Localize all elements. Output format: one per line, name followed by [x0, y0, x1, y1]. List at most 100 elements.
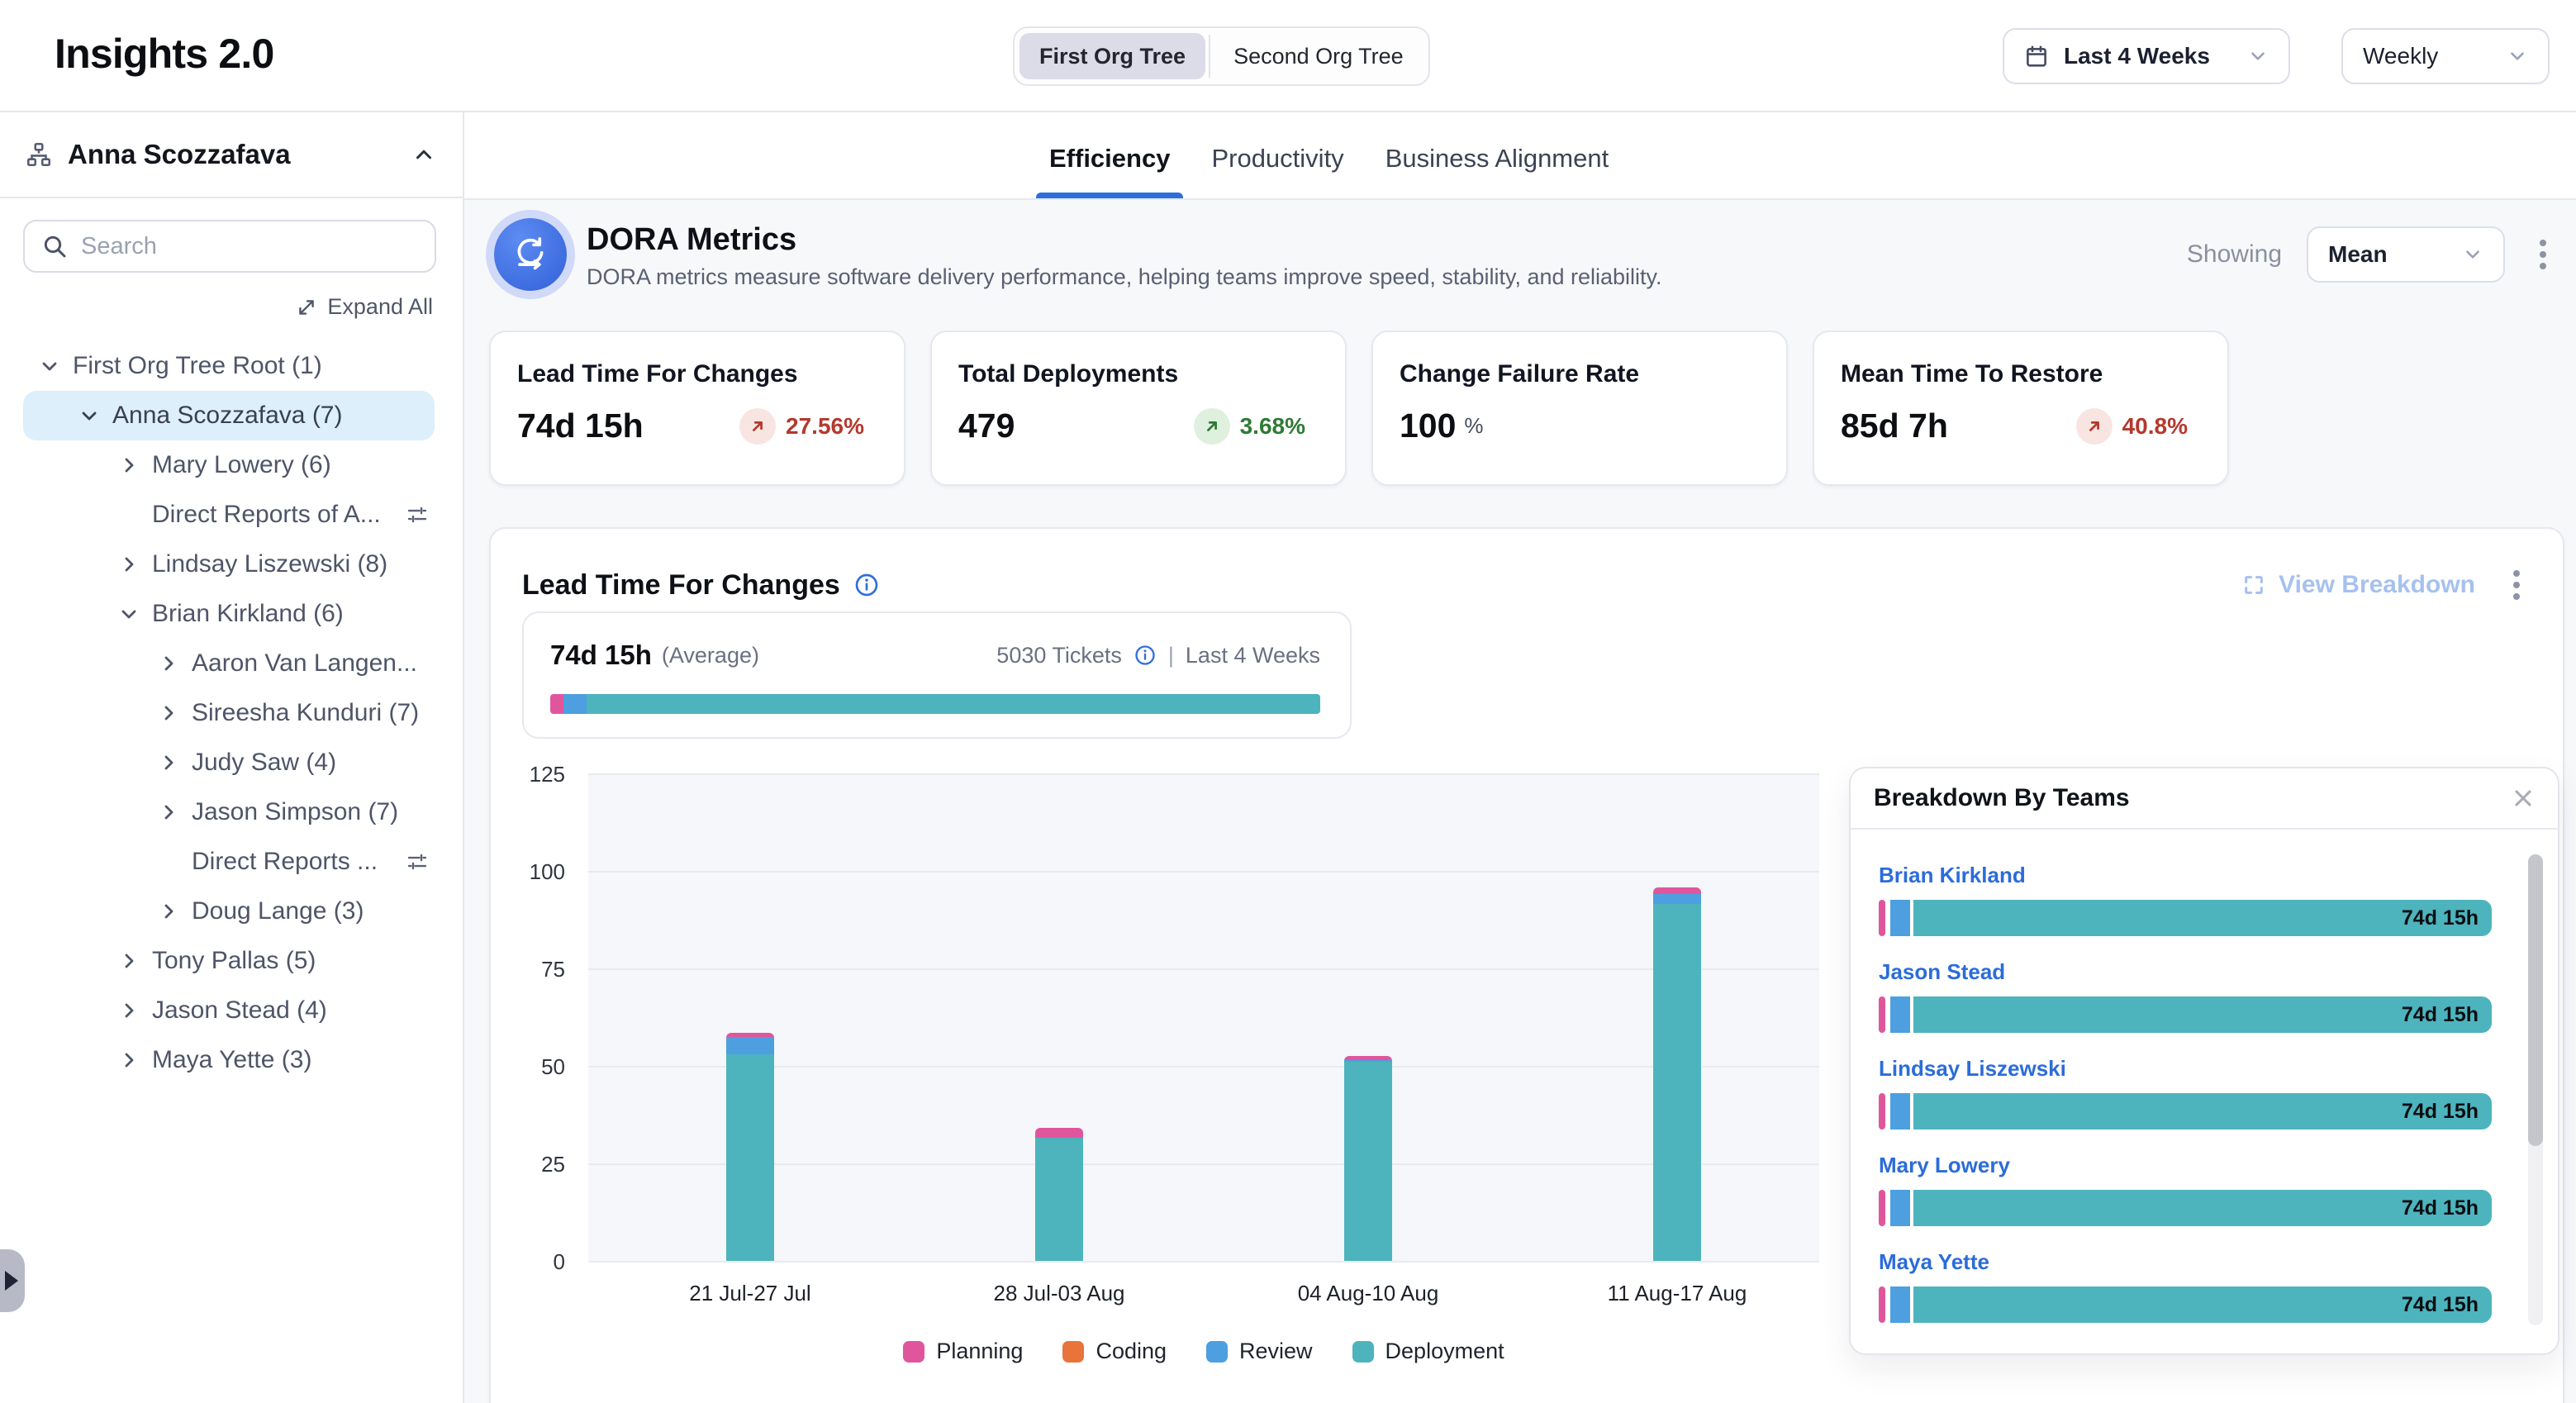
breakdown-team-link[interactable]: Maya Yette — [1879, 1249, 2492, 1275]
tab-productivity[interactable]: Productivity — [1211, 144, 1343, 198]
summary-segment-planning — [550, 694, 563, 714]
info-icon[interactable] — [853, 572, 880, 598]
tree-item[interactable]: Direct Reports ... — [23, 837, 435, 887]
granularity-select[interactable]: Weekly — [2341, 28, 2550, 84]
legend-swatch — [1352, 1341, 1374, 1363]
expand-all-icon — [296, 297, 317, 318]
bar-segment-deployment — [1344, 1062, 1392, 1261]
tree-item[interactable]: First Org Tree Root (1) — [23, 341, 435, 391]
y-tick-label: 125 — [509, 762, 565, 787]
tree-item[interactable]: Maya Yette (3) — [23, 1035, 435, 1085]
toggle-divider — [1209, 35, 1210, 78]
toggle-first-org-tree[interactable]: First Org Tree — [1019, 33, 1205, 79]
breakdown-stacked-bar[interactable]: 74d 15h — [1879, 900, 2492, 936]
lead-time-title: Lead Time For Changes — [522, 569, 840, 602]
bar-segment-deployment: 74d 15h — [1913, 1286, 2492, 1323]
tab-business-alignment[interactable]: Business Alignment — [1385, 144, 1609, 198]
bar-segment-planning — [1035, 1128, 1083, 1139]
legend-item-review[interactable]: Review — [1206, 1339, 1313, 1364]
legend-item-deployment[interactable]: Deployment — [1352, 1339, 1504, 1364]
legend-item-coding[interactable]: Coding — [1062, 1339, 1167, 1364]
chart-bar[interactable] — [1344, 1056, 1392, 1261]
tree-item[interactable]: Mary Lowery (6) — [23, 440, 435, 490]
chevron-right-icon[interactable] — [119, 1001, 152, 1020]
metric-card-title: Mean Time To Restore — [1841, 360, 2201, 388]
average-value: 74d 15h — [550, 640, 652, 671]
tab-efficiency[interactable]: Efficiency — [1049, 144, 1170, 198]
bar-segment-deployment: 74d 15h — [1913, 900, 2492, 936]
chevron-right-icon[interactable] — [159, 703, 192, 723]
chevron-right-icon[interactable] — [159, 901, 192, 921]
play-triangle-icon — [5, 1271, 18, 1291]
tree-item-label: Tony Pallas (5) — [152, 947, 316, 975]
tree-item[interactable]: Anna Scozzafava (7) — [23, 391, 435, 440]
bar-segment-deployment: 74d 15h — [1913, 1093, 2492, 1130]
tree-item[interactable]: Sireesha Kunduri (7) — [23, 688, 435, 738]
lead-time-kebab-menu-icon[interactable] — [2503, 564, 2530, 606]
app-title: Insights 2.0 — [55, 30, 273, 78]
chevron-right-icon[interactable] — [119, 554, 152, 574]
chevron-right-icon[interactable] — [119, 1050, 152, 1070]
chevron-right-icon[interactable] — [159, 753, 192, 773]
sidebar-expand-handle[interactable] — [0, 1249, 25, 1312]
chevron-down-icon[interactable] — [79, 406, 112, 426]
chevron-right-icon[interactable] — [159, 654, 192, 673]
y-tick-label: 100 — [509, 859, 565, 885]
breakdown-stacked-bar[interactable]: 74d 15h — [1879, 1286, 2492, 1323]
legend-item-planning[interactable]: Planning — [903, 1339, 1023, 1364]
tree-item[interactable]: Lindsay Liszewski (8) — [23, 540, 435, 589]
scrollbar-thumb[interactable] — [2528, 854, 2543, 1146]
search-input[interactable] — [23, 220, 436, 273]
tree-item[interactable]: Jason Simpson (7) — [23, 787, 435, 837]
tree-item[interactable]: Aaron Van Langen... — [23, 639, 435, 688]
panel-scrollbar[interactable] — [2528, 854, 2543, 1325]
chevron-down-icon[interactable] — [40, 356, 73, 376]
search-icon — [41, 233, 68, 259]
gridline — [588, 968, 1819, 970]
chart-bar[interactable] — [1035, 1128, 1083, 1261]
date-range-select[interactable]: Last 4 Weeks — [2003, 28, 2290, 84]
chart-bar[interactable] — [1653, 887, 1701, 1261]
metric-card-unit: % — [1464, 413, 1483, 439]
tree-item[interactable]: Jason Stead (4) — [23, 986, 435, 1035]
view-breakdown-button[interactable]: View Breakdown — [2242, 571, 2475, 599]
breakdown-team-link[interactable]: Lindsay Liszewski — [1879, 1056, 2492, 1082]
tree-item[interactable]: Judy Saw (4) — [23, 738, 435, 787]
stacked-bar-chart — [588, 773, 1819, 1261]
tree-item[interactable]: Brian Kirkland (6) — [23, 589, 435, 639]
expand-all-button[interactable]: Expand All — [0, 294, 433, 320]
breakdown-title: Breakdown By Teams — [1874, 784, 2130, 812]
breakdown-team-link[interactable]: Jason Stead — [1879, 959, 2492, 985]
calendar-icon — [2024, 44, 2049, 69]
close-icon[interactable] — [2510, 785, 2536, 811]
dora-kebab-menu-icon[interactable] — [2530, 233, 2556, 276]
bar-segment-review — [1890, 900, 1910, 936]
gridline — [588, 773, 1819, 775]
filter-sliders-icon[interactable] — [405, 502, 435, 527]
chart-bar[interactable] — [726, 1033, 774, 1261]
metric-card: Mean Time To Restore85d 7h40.8% — [1813, 331, 2229, 486]
breakdown-stacked-bar[interactable]: 74d 15h — [1879, 1190, 2492, 1226]
chevron-right-icon[interactable] — [119, 951, 152, 971]
info-icon[interactable] — [1134, 644, 1157, 667]
breakdown-stacked-bar[interactable]: 74d 15h — [1879, 1093, 2492, 1130]
tree-item[interactable]: Doug Lange (3) — [23, 887, 435, 936]
chevron-down-icon[interactable] — [119, 604, 152, 624]
tree-item-label: Lindsay Liszewski (8) — [152, 550, 387, 578]
tree-item[interactable]: Tony Pallas (5) — [23, 936, 435, 986]
chevron-right-icon[interactable] — [159, 802, 192, 822]
toggle-second-org-tree[interactable]: Second Org Tree — [1214, 33, 1423, 79]
metric-card: Total Deployments4793.68% — [930, 331, 1347, 486]
collapse-chevron-up-icon[interactable] — [411, 142, 436, 167]
separator: | — [1168, 643, 1174, 668]
chevron-right-icon[interactable] — [119, 455, 152, 475]
breakdown-team-link[interactable]: Mary Lowery — [1879, 1153, 2492, 1178]
breakdown-stacked-bar[interactable]: 74d 15h — [1879, 996, 2492, 1033]
showing-select[interactable]: Mean — [2307, 226, 2505, 283]
metric-card-title: Total Deployments — [958, 360, 1319, 388]
breakdown-team-link[interactable]: Brian Kirkland — [1879, 863, 2492, 888]
filter-sliders-icon[interactable] — [405, 849, 435, 874]
tree-item[interactable]: Direct Reports of A... — [23, 490, 435, 540]
average-range: Last 4 Weeks — [1186, 643, 1320, 668]
breakdown-row: Lindsay Liszewski 74d 15h — [1879, 1056, 2492, 1130]
